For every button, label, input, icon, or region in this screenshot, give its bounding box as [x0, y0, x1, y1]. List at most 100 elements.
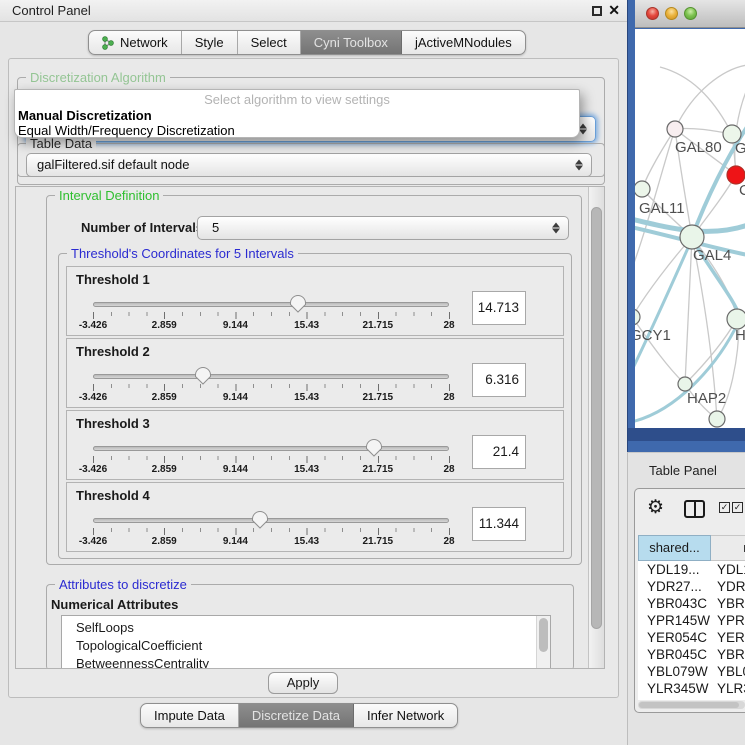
cell-name[interactable]: YLR3 — [714, 680, 745, 697]
network-node[interactable] — [678, 377, 692, 391]
cell-shared-name[interactable]: YDR27... — [638, 578, 714, 595]
threshold-slider[interactable]: -3.4262.8599.14415.4321.71528 — [93, 293, 450, 335]
attribute-item[interactable]: BetweennessCentrality — [62, 655, 550, 669]
threshold-value-field[interactable]: 6.316 — [472, 363, 526, 397]
column-header-name[interactable]: na — [711, 535, 745, 561]
cell-shared-name[interactable]: YPR145W — [638, 612, 714, 629]
scrollbar-thumb[interactable] — [539, 618, 548, 652]
attribute-item[interactable]: TopologicalCoefficient — [62, 637, 550, 655]
numerical-attributes-list[interactable]: SelfLoopsTopologicalCoefficientBetweenne… — [61, 615, 551, 669]
number-of-intervals-combobox[interactable]: 5 — [197, 216, 569, 240]
scrollbar-thumb[interactable] — [639, 702, 739, 708]
table-row[interactable]: YBL079WYBL0 — [638, 663, 745, 680]
slider-track[interactable] — [93, 302, 449, 307]
slider-scale: -3.4262.8599.14415.4321.71528 — [93, 536, 450, 549]
slider-thumb-icon[interactable] — [289, 294, 307, 313]
slider-thumb-icon[interactable] — [251, 510, 269, 529]
slider-track[interactable] — [93, 446, 449, 451]
cell-name[interactable]: YIL0 — [714, 697, 745, 700]
tab-cyni-toolbox[interactable]: Cyni Toolbox — [301, 31, 402, 54]
cell-shared-name[interactable]: YLR345W — [638, 680, 714, 697]
slider-track[interactable] — [93, 374, 449, 379]
network-node[interactable] — [680, 225, 704, 249]
zoom-traffic-light-icon[interactable] — [684, 7, 697, 20]
threshold-value-field[interactable]: 14.713 — [472, 291, 526, 325]
columns-icon[interactable] — [684, 500, 705, 518]
close-icon[interactable]: ✕ — [608, 2, 620, 19]
attribute-item[interactable]: SelfLoops — [62, 619, 550, 637]
checkbox-icon[interactable]: ✓ — [719, 502, 730, 513]
cell-shared-name[interactable]: YDL19... — [638, 561, 714, 578]
cell-shared-name[interactable]: YER054C — [638, 629, 714, 646]
cell-shared-name[interactable]: YBR043C — [638, 595, 714, 612]
network-node[interactable] — [635, 309, 640, 325]
apply-button[interactable]: Apply — [268, 672, 338, 694]
column-header-shared-name[interactable]: shared... — [638, 535, 711, 561]
cell-name[interactable]: YDL1 — [714, 561, 745, 578]
combo-arrows-icon — [579, 123, 588, 136]
table-row[interactable]: YDL19...YDL1 — [638, 561, 745, 578]
table-horizontal-scrollbar[interactable] — [638, 701, 745, 709]
table-row[interactable]: YER054CYER0 — [638, 629, 745, 646]
tab-infer-network[interactable]: Infer Network — [354, 704, 457, 727]
panel-title: Control Panel — [12, 3, 91, 18]
tab-network[interactable]: Network — [89, 31, 182, 54]
slider-scale-label: 15.43 — [294, 392, 319, 403]
network-node-label: HAP2 — [687, 390, 726, 407]
cell-name[interactable]: YBL0 — [714, 663, 745, 680]
table-row[interactable]: YIL052CYIL0 — [638, 697, 745, 700]
slider-thumb-icon[interactable] — [365, 438, 383, 457]
table-row[interactable]: YBR043CYBR0 — [638, 595, 745, 612]
gear-icon[interactable]: ⚙ — [647, 497, 664, 519]
minimize-traffic-light-icon[interactable] — [665, 7, 678, 20]
cell-name[interactable]: YBR0 — [714, 595, 745, 612]
table-rows: YDL19...YDL1YDR27...YDR2YBR043CYBR0YPR14… — [638, 561, 745, 700]
tab-select[interactable]: Select — [238, 31, 301, 54]
cell-name[interactable]: YDR2 — [714, 578, 745, 595]
tab-discretize-data[interactable]: Discretize Data — [239, 704, 354, 727]
threshold-slider[interactable]: -3.4262.8599.14415.4321.71528 — [93, 365, 450, 407]
slider-scale-label: 2.859 — [152, 392, 177, 403]
float-window-icon[interactable] — [592, 6, 602, 16]
tab-label: Infer Network — [367, 704, 444, 727]
scrollbar-thumb[interactable] — [591, 207, 602, 629]
thresholds-group: Threshold's Coordinates for 5 Intervals … — [58, 253, 572, 559]
table-data-combobox[interactable]: galFiltered.sif default node — [26, 153, 592, 177]
cell-shared-name[interactable]: YBL079W — [638, 663, 714, 680]
cell-shared-name[interactable]: YIL052C — [638, 697, 714, 700]
cell-shared-name[interactable]: YBR045C — [638, 646, 714, 663]
settings-scroll-panel: Interval Definition Number of Intervals … — [15, 186, 605, 669]
network-node[interactable] — [635, 181, 650, 197]
network-canvas[interactable]: GAL80GACGAL11GAL4GCY1HHAP2 — [635, 29, 745, 428]
network-node[interactable] — [727, 309, 745, 329]
threshold-row: Threshold 2 -3.4262.8599.14415.4321.7152… — [66, 338, 564, 408]
tab-jactivemnodules[interactable]: jActiveMNodules — [402, 31, 525, 54]
slider-scale-label: 15.43 — [294, 536, 319, 547]
threshold-value-field[interactable]: 21.4 — [472, 435, 526, 469]
attributes-list-scrollbar[interactable] — [536, 616, 550, 669]
control-panel-titlebar: Control Panel ✕ — [0, 0, 627, 22]
table-row[interactable]: YLR345WYLR3 — [638, 680, 745, 697]
table-row[interactable]: YDR27...YDR2 — [638, 578, 745, 595]
popup-option-manual-discretization[interactable]: Manual Discretization — [15, 108, 579, 123]
network-node[interactable] — [709, 411, 725, 427]
tab-impute-data[interactable]: Impute Data — [141, 704, 239, 727]
cell-name[interactable]: YPR1 — [714, 612, 745, 629]
table-row[interactable]: YPR145WYPR1 — [638, 612, 745, 629]
threshold-slider[interactable]: -3.4262.8599.14415.4321.71528 — [93, 509, 450, 551]
settings-vertical-scrollbar[interactable] — [588, 187, 604, 668]
slider-thumb-icon[interactable] — [194, 366, 212, 385]
popup-option-equal-width-frequency[interactable]: Equal Width/Frequency Discretization — [15, 123, 579, 138]
close-traffic-light-icon[interactable] — [646, 7, 659, 20]
tab-style[interactable]: Style — [182, 31, 238, 54]
checkbox-icon[interactable]: ✓ — [732, 502, 743, 513]
slider-track[interactable] — [93, 518, 449, 523]
threshold-label: Threshold 4 — [76, 488, 150, 503]
network-node[interactable] — [667, 121, 683, 137]
threshold-slider[interactable]: -3.4262.8599.14415.4321.71528 — [93, 437, 450, 479]
slider-scale-label: 2.859 — [152, 320, 177, 331]
cell-name[interactable]: YBR0 — [714, 646, 745, 663]
cell-name[interactable]: YER0 — [714, 629, 745, 646]
table-row[interactable]: YBR045CYBR0 — [638, 646, 745, 663]
threshold-value-field[interactable]: 11.344 — [472, 507, 526, 541]
